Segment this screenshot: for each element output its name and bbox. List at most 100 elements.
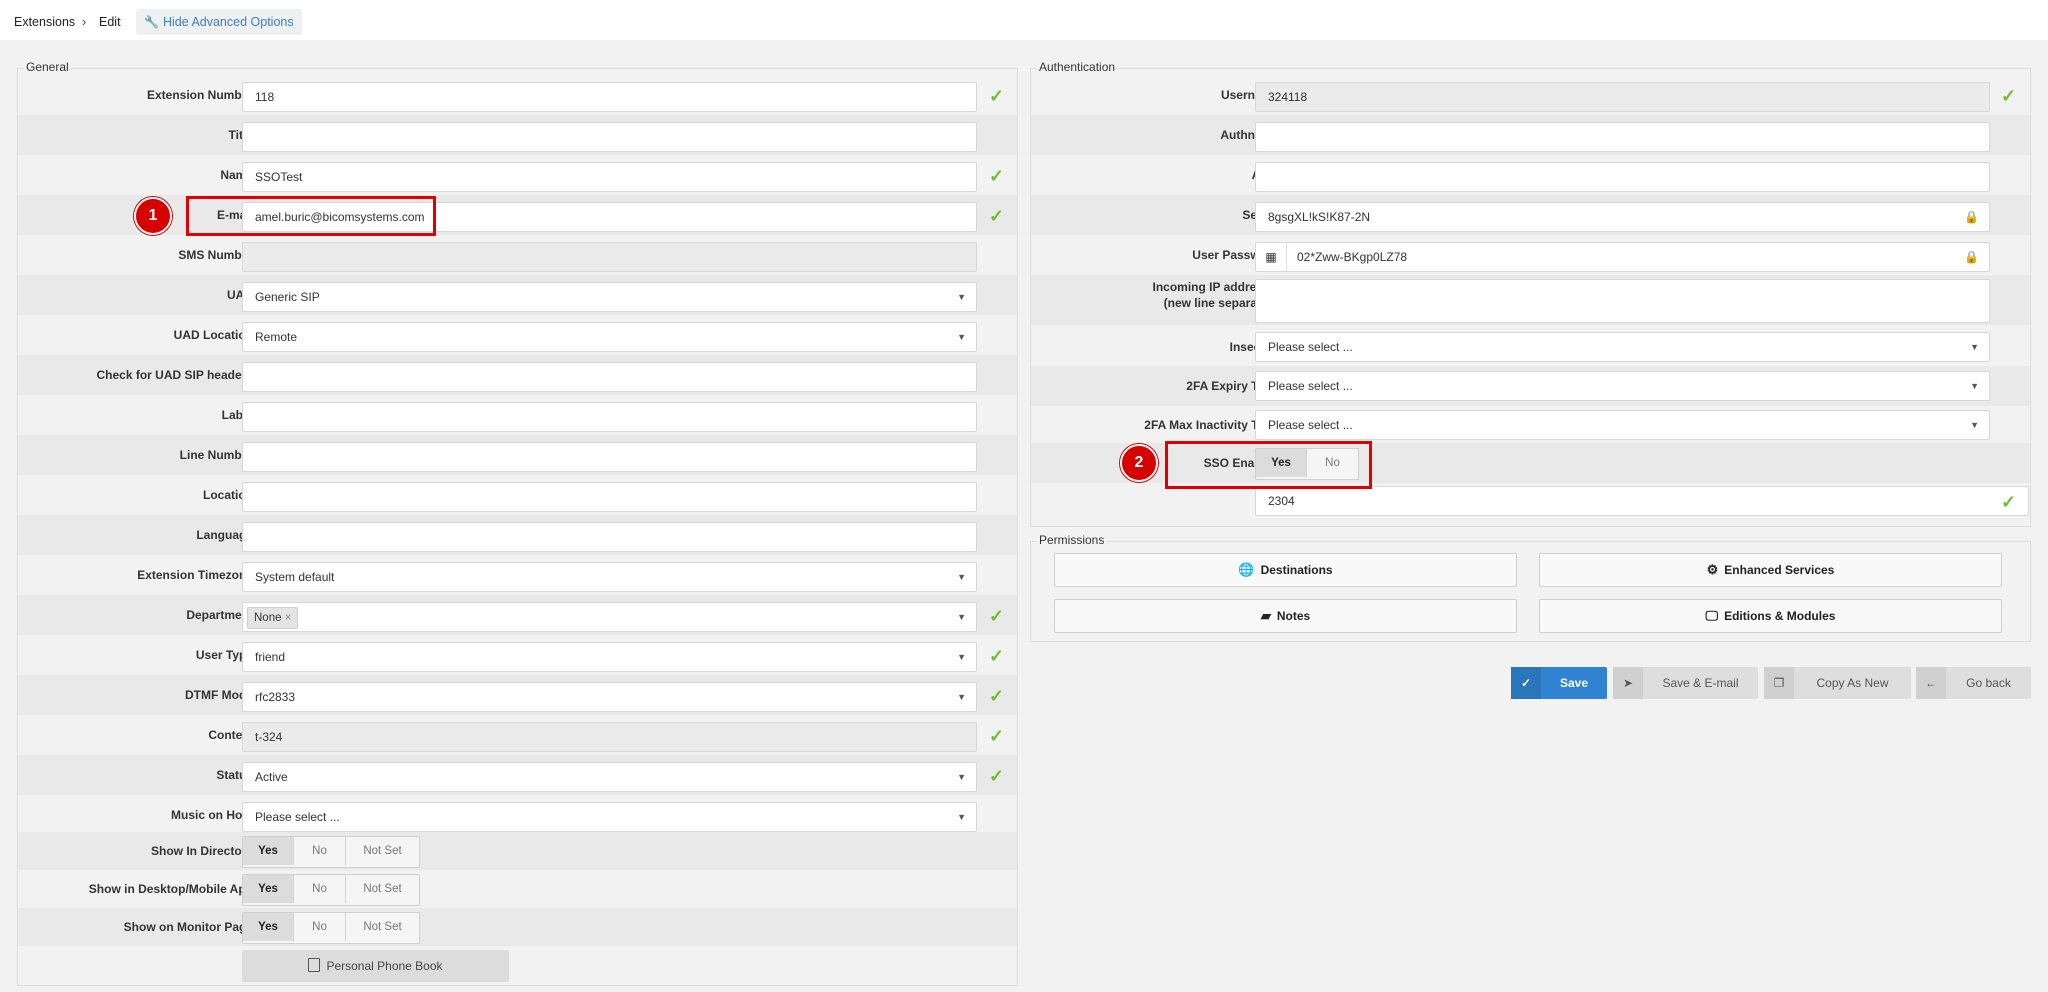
go-back-button[interactable]: ← Go back [1916, 667, 2031, 699]
personal-phone-book-label: Personal Phone Book [326, 959, 443, 973]
check-icon: ✓ [989, 726, 1005, 746]
status-select[interactable]: Active ▼ [242, 762, 977, 792]
arrow-left-icon: ← [1916, 667, 1946, 699]
notes-label: Notes [1276, 609, 1311, 623]
personal-phone-book-button[interactable]: Personal Phone Book [242, 950, 509, 982]
show-in-directory-toggle[interactable]: Yes No Not Set [242, 836, 420, 868]
lock-icon[interactable]: 🔒 [1964, 243, 1979, 271]
row-user-password: User Password: ▦ 02*Zww-BKgp0LZ78 🔒 [1031, 235, 2030, 275]
row-authname: Authname: [1031, 115, 2030, 155]
lock-icon[interactable]: 🔒 [1964, 203, 1979, 231]
show-in-directory-yes[interactable]: Yes [243, 837, 294, 865]
show-in-directory-not-set[interactable]: Not Set [346, 837, 419, 865]
row-incoming-ip: Incoming IP addresses (new line separated… [1031, 275, 2030, 325]
editions-modules-button[interactable]: 🖵 Editions & Modules [1539, 599, 2002, 633]
row-secret: Secret: 8gsgXL!kS!K87-2N 🔒 [1031, 195, 2030, 235]
line-number-input[interactable] [242, 442, 977, 472]
enhanced-services-label: Enhanced Services [1724, 563, 1835, 577]
department-select[interactable]: None × ▼ [242, 602, 977, 632]
uad-value: Generic SIP [255, 290, 320, 304]
row-2fa-expiry: 2FA Expiry Time: Please select ... ▼ [1031, 366, 2030, 406]
show-on-monitor-not-set[interactable]: Not Set [346, 913, 419, 941]
auth-input[interactable] [1255, 162, 1990, 192]
context-input[interactable]: t-324 [242, 722, 977, 752]
general-legend: General [24, 60, 71, 74]
show-in-app-no[interactable]: No [294, 875, 346, 903]
show-in-directory-no[interactable]: No [294, 837, 346, 865]
location-input[interactable] [242, 482, 977, 512]
address-book-icon [308, 958, 321, 972]
music-on-hold-select[interactable]: Please select ... ▼ [242, 802, 977, 832]
show-in-app-yes[interactable]: Yes [243, 875, 294, 903]
row-uad: UAD: Generic SIP▼ [18, 275, 1017, 315]
name-input[interactable]: SSOTest [242, 162, 977, 192]
language-input[interactable] [242, 522, 977, 552]
caret-down-icon: ▼ [957, 652, 966, 662]
authentication-legend: Authentication [1037, 60, 1118, 74]
checkmark-icon: ✓ [1511, 667, 1541, 699]
incoming-ip-textarea[interactable] [1255, 279, 1990, 323]
timezone-select[interactable]: System default ▼ [242, 562, 977, 592]
row-auth: Auth: [1031, 155, 2030, 195]
permissions-legend: Permissions [1037, 533, 1107, 547]
user-password-input[interactable]: ▦ 02*Zww-BKgp0LZ78 🔒 [1255, 242, 1990, 272]
dtmf-mode-select[interactable]: rfc2833 ▼ [242, 682, 977, 712]
show-in-app-not-set[interactable]: Not Set [346, 875, 419, 903]
uad-sip-headers-input[interactable] [242, 362, 977, 392]
notes-button[interactable]: ▰ Notes [1054, 599, 1517, 633]
row-username: Username: 324118 ✓ [1031, 75, 2030, 115]
user-type-select[interactable]: friend ▼ [242, 642, 977, 672]
insecure-value: Please select ... [1268, 340, 1353, 354]
twofa-inactivity-select[interactable]: Please select ... ▼ [1255, 410, 1990, 440]
caret-down-icon: ▼ [957, 292, 966, 302]
copy-as-new-button[interactable]: ❐ Copy As New [1764, 667, 1911, 699]
sms-number-input[interactable] [242, 242, 977, 272]
show-on-monitor-yes[interactable]: Yes [243, 913, 294, 941]
breadcrumb-extensions[interactable]: Extensions [14, 15, 75, 29]
row-location: Location: [18, 475, 1017, 515]
uad-select[interactable]: Generic SIP ▼ [242, 282, 977, 312]
caret-down-icon: ▼ [957, 772, 966, 782]
caret-down-icon: ▼ [957, 572, 966, 582]
remove-tag-icon[interactable]: × [285, 612, 292, 624]
caret-down-icon: ▼ [1970, 381, 1979, 391]
row-line-number: Line Number: [18, 435, 1017, 475]
insecure-select[interactable]: Please select ... ▼ [1255, 332, 1990, 362]
save-button[interactable]: ✓ Save [1511, 667, 1607, 699]
show-on-monitor-toggle[interactable]: Yes No Not Set [242, 912, 420, 944]
save-label: Save [1559, 676, 1589, 690]
row-uad-sip-headers: Check for UAD SIP headers: [18, 355, 1017, 395]
authname-input[interactable] [1255, 122, 1990, 152]
caret-down-icon: ▼ [1970, 420, 1979, 430]
uad-location-select[interactable]: Remote ▼ [242, 322, 977, 352]
extension-number-input[interactable]: 118 [242, 82, 977, 112]
row-sms-number: SMS Number: [18, 235, 1017, 275]
username-input[interactable]: 324118 [1255, 82, 1990, 112]
caret-down-icon: ▼ [957, 332, 966, 342]
enhanced-services-button[interactable]: ⚙ Enhanced Services [1539, 553, 2002, 587]
row-language: Language: [18, 515, 1017, 555]
secret-input[interactable]: 8gsgXL!kS!K87-2N 🔒 [1255, 202, 1990, 232]
caret-down-icon: ▼ [957, 612, 966, 622]
hide-advanced-options-label: Hide Advanced Options [162, 15, 294, 29]
row-insecure: Insecure: Please select ...▼ [1031, 327, 2030, 367]
department-tag: None × [247, 607, 299, 629]
hide-advanced-options-button[interactable]: 🔧 Hide Advanced Options [136, 9, 302, 35]
show-in-app-toggle[interactable]: Yes No Not Set [242, 874, 420, 906]
editions-modules-label: Editions & Modules [1724, 609, 1836, 623]
copy-icon: ❐ [1764, 667, 1794, 699]
save-email-button[interactable]: ➤ Save & E-mail [1613, 667, 1758, 699]
label-input[interactable] [242, 402, 977, 432]
qr-code-icon[interactable]: ▦ [1256, 243, 1287, 271]
dtmf-mode-value: rfc2833 [255, 690, 296, 704]
pin-input[interactable]: 2304 [1255, 486, 2029, 516]
row-user-type: User Type: friend ▼ ✓ [18, 635, 1017, 675]
show-on-monitor-no[interactable]: No [294, 913, 346, 941]
title-input[interactable] [242, 122, 977, 152]
caret-down-icon: ▼ [957, 692, 966, 702]
extension-number-label: Extension Number: [146, 88, 257, 102]
twofa-expiry-select[interactable]: Please select ... ▼ [1255, 371, 1990, 401]
check-icon: ✓ [989, 206, 1005, 226]
destinations-button[interactable]: 🌐 Destinations [1054, 553, 1517, 587]
copy-as-new-label: Copy As New [1816, 676, 1889, 690]
